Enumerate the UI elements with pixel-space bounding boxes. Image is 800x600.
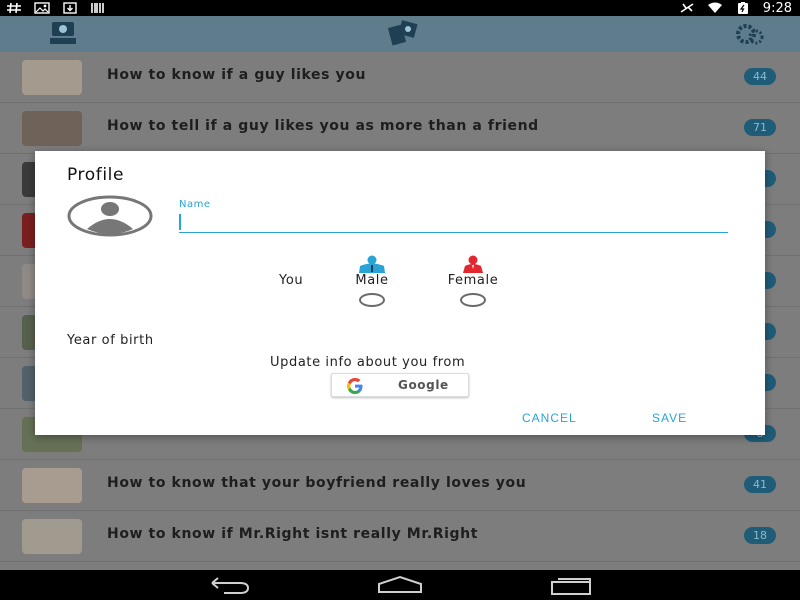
list-item-thumbnail xyxy=(22,111,82,146)
google-button-label: Google xyxy=(398,378,449,392)
battery-icon xyxy=(737,2,748,14)
status-right-icons: 9:28 xyxy=(679,0,792,16)
list-item-title: How to know that your boyfriend really l… xyxy=(107,475,527,491)
dialog-title: Profile xyxy=(67,165,125,185)
airplane-icon xyxy=(680,3,694,13)
app-bar xyxy=(0,16,800,52)
profile-dialog: Profile Name You Male Female Year of bir… xyxy=(35,151,765,435)
save-button[interactable]: SAVE xyxy=(652,411,687,425)
wifi-icon xyxy=(707,2,722,13)
google-logo-icon xyxy=(347,378,363,394)
male-label: Male xyxy=(355,273,389,288)
female-label: Female xyxy=(447,273,499,288)
status-time: 9:28 xyxy=(762,0,792,16)
back-icon[interactable] xyxy=(204,574,254,596)
list-item[interactable]: How to tell if a guy likes you as more t… xyxy=(0,103,800,154)
google-sign-in-button[interactable]: Google xyxy=(331,373,469,397)
text-cursor xyxy=(179,214,181,230)
male-icon xyxy=(359,255,385,273)
list-item-thumbnail xyxy=(22,468,82,503)
list-item-title: How to know if a guy likes you xyxy=(107,67,367,83)
you-label: You xyxy=(279,273,304,288)
year-of-birth-label[interactable]: Year of birth xyxy=(67,333,154,348)
topics-tab-icon[interactable] xyxy=(386,20,420,48)
profile-tab-icon[interactable] xyxy=(46,20,80,48)
status-left-icons xyxy=(6,0,106,16)
name-field-label: Name xyxy=(179,199,211,210)
image-notification-icon xyxy=(34,2,50,14)
list-item[interactable]: How to know that your boyfriend really l… xyxy=(0,460,800,511)
update-info-label: Update info about you from xyxy=(270,355,466,370)
avatar-icon[interactable] xyxy=(67,195,153,237)
name-input[interactable] xyxy=(179,211,728,233)
male-radio[interactable] xyxy=(359,293,385,307)
home-icon[interactable] xyxy=(375,574,425,596)
status-bar: 9:28 xyxy=(0,0,800,16)
list-item-count-badge: 18 xyxy=(744,527,776,544)
gender-option-female[interactable]: Female xyxy=(436,255,510,307)
list-item[interactable]: How to know if a guy likes you 44 xyxy=(0,52,800,103)
recent-apps-icon[interactable] xyxy=(546,574,596,596)
female-radio[interactable] xyxy=(460,293,486,307)
list-item-count-badge: 44 xyxy=(744,68,776,85)
barcode-icon xyxy=(91,3,104,13)
list-item-thumbnail xyxy=(22,60,82,95)
hash-icon xyxy=(7,2,21,14)
list-item-thumbnail xyxy=(22,519,82,554)
female-icon xyxy=(463,255,483,273)
gender-option-male[interactable]: Male xyxy=(346,255,398,307)
list-item-title: How to know if Mr.Right isnt really Mr.R… xyxy=(107,526,479,542)
list-item[interactable]: How to know if Mr.Right isnt really Mr.R… xyxy=(0,511,800,562)
cancel-button[interactable]: CANCEL xyxy=(522,411,577,425)
list-item-count-badge: 41 xyxy=(744,476,776,493)
download-icon xyxy=(63,2,77,14)
settings-tab-icon[interactable] xyxy=(732,20,766,48)
list-item-count-badge: 71 xyxy=(744,119,776,136)
list-item-title: How to tell if a guy likes you as more t… xyxy=(107,118,539,134)
navigation-bar xyxy=(0,570,800,600)
